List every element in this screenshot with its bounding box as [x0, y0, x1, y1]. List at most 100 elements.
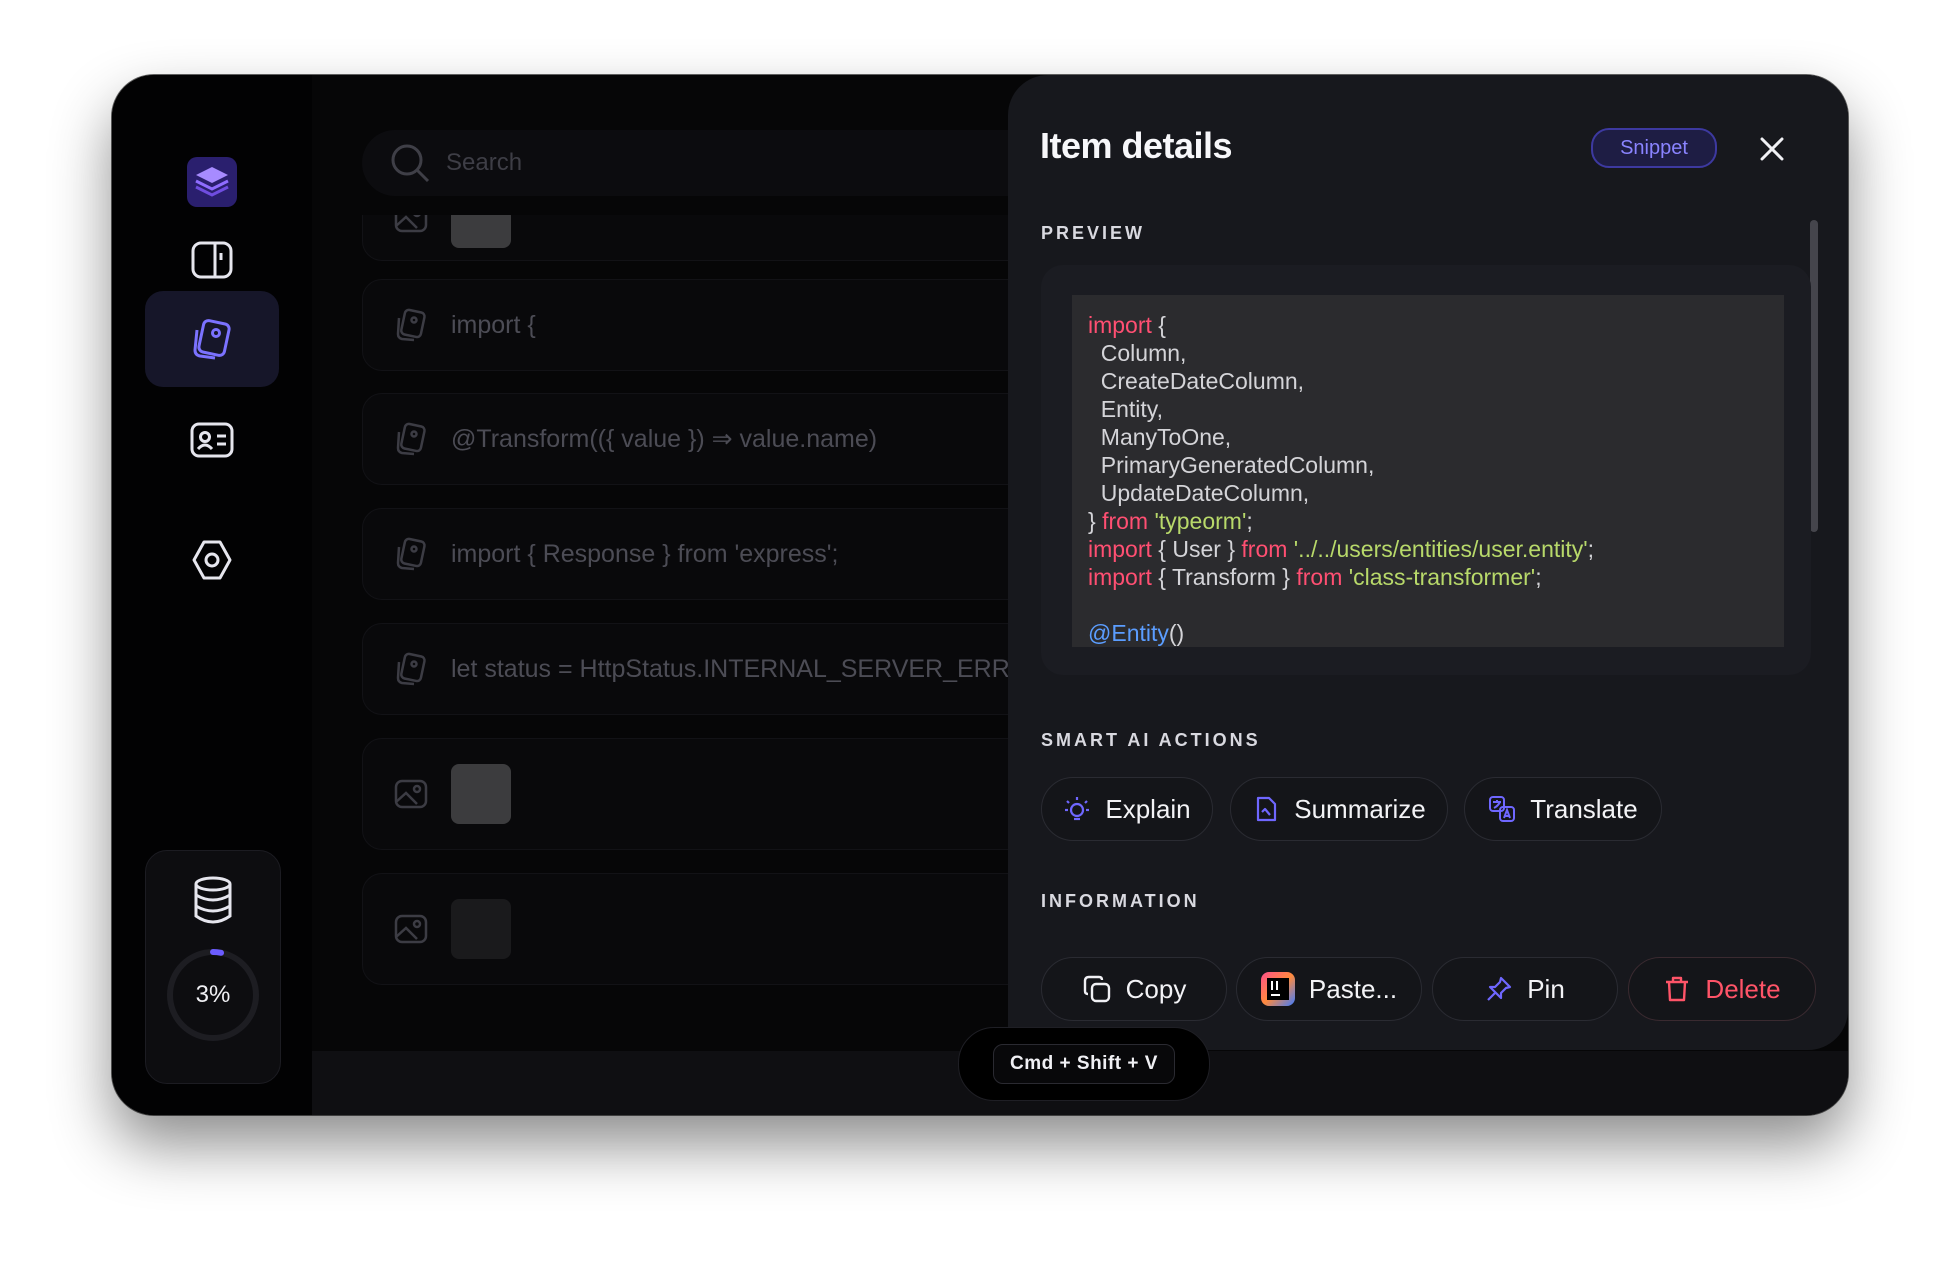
translate-label: Translate [1530, 793, 1638, 824]
app-window: 3% import { @Transform(({ value }) ⇒ val… [112, 75, 1848, 1115]
sidebar-item-settings[interactable] [162, 515, 262, 605]
list-item[interactable]: import { [362, 279, 1064, 371]
storage-widget[interactable]: 3% [145, 850, 281, 1084]
code-line: } from 'typeorm'; [1088, 507, 1594, 535]
code-token: ManyToOne, [1088, 424, 1232, 450]
snippet-icon [396, 308, 426, 342]
sidebar-item-contacts[interactable] [162, 395, 262, 485]
code-token: Column, [1088, 340, 1187, 366]
code-token: from [1296, 564, 1343, 590]
paste-button[interactable]: Paste... [1236, 957, 1422, 1021]
search-input[interactable] [444, 148, 848, 178]
code-token: UpdateDateColumn, [1088, 480, 1310, 506]
code-token: 'typeorm' [1154, 508, 1247, 534]
translate-button[interactable]: Translate [1464, 777, 1662, 841]
clipboard-list: import { @Transform(({ value }) ⇒ value.… [362, 215, 1082, 1075]
code-token: from [1241, 536, 1288, 562]
search-bar[interactable] [362, 130, 1062, 196]
code-token: CreateDateColumn, [1088, 368, 1305, 394]
code-token: @Entity [1088, 620, 1169, 646]
code-token: ; [1587, 536, 1595, 562]
storage-percent: 3% [195, 981, 231, 1008]
list-item[interactable] [362, 738, 1064, 850]
copy-button[interactable]: Copy [1041, 957, 1227, 1021]
lightbulb-icon [1065, 797, 1090, 821]
list-item[interactable]: @Transform(({ value }) ⇒ value.name) [362, 393, 1064, 485]
list-item-text: let status = HttpStatus.INTERNAL_SERVER_… [451, 654, 1030, 683]
shortcut-label: Cmd + Shift + V [993, 1044, 1175, 1084]
code-token: import [1088, 536, 1152, 562]
sidebar-panel-icon [191, 241, 233, 279]
ai-actions-heading: SMART AI ACTIONS [1041, 730, 1261, 750]
pin-icon [1487, 976, 1512, 1001]
code-token: Entity, [1088, 396, 1163, 422]
code-token: '../../users/entities/user.entity' [1293, 536, 1588, 562]
settings-hex-icon [192, 540, 232, 580]
sidebar: 3% [112, 75, 313, 1115]
search-icon [391, 144, 430, 183]
information-heading: INFORMATION [1041, 891, 1200, 911]
code-token: { Transform } [1151, 564, 1297, 590]
code-token: PrimaryGeneratedColumn, [1088, 452, 1375, 478]
list-item[interactable]: let status = HttpStatus.INTERNAL_SERVER_… [362, 623, 1064, 715]
paste-label: Paste... [1308, 973, 1398, 1004]
list-item[interactable] [362, 215, 1064, 261]
code-preview[interactable]: import { Column, CreateDateColumn, Entit… [1072, 295, 1784, 647]
code-token: ; [1535, 564, 1542, 590]
trash-icon [1666, 976, 1689, 1002]
snippet-icon [396, 652, 426, 686]
image-thumbnail [451, 764, 511, 824]
sidebar-item-clipboard[interactable] [145, 291, 279, 387]
summarize-button[interactable]: Summarize [1230, 777, 1448, 841]
copy-icon [1083, 975, 1110, 1003]
code-line: UpdateDateColumn, [1088, 479, 1594, 507]
image-icon [394, 914, 428, 944]
preview-heading: PREVIEW [1041, 223, 1146, 243]
explain-button[interactable]: Explain [1041, 777, 1213, 841]
code-line: import { [1088, 311, 1594, 339]
type-badge: Snippet [1591, 128, 1717, 168]
delete-label: Delete [1705, 973, 1781, 1004]
code-line: @Entity() [1088, 619, 1594, 647]
close-button[interactable] [1752, 129, 1792, 169]
snippet-icon [396, 537, 426, 571]
list-item-text: import { Response } from 'express'; [451, 539, 839, 568]
code-token: from [1102, 508, 1149, 534]
delete-button[interactable]: Delete [1628, 957, 1816, 1021]
code-line: import { Transform } from 'class-transfo… [1088, 563, 1594, 591]
image-thumbnail [451, 899, 511, 959]
copy-label: Copy [1125, 973, 1187, 1004]
list-item[interactable] [362, 873, 1064, 985]
close-icon [1760, 137, 1784, 161]
snippet-icon [396, 422, 426, 456]
panel-title: Item details [1040, 125, 1233, 166]
panel-scrollbar[interactable] [1810, 220, 1818, 532]
pin-label: Pin [1527, 973, 1565, 1004]
explain-label: Explain [1105, 793, 1191, 824]
pin-button[interactable]: Pin [1432, 957, 1618, 1021]
code-line: Column, [1088, 339, 1594, 367]
code-token: 'class-transformer' [1348, 564, 1536, 590]
intellij-app-icon [1260, 972, 1295, 1006]
list-item-text: @Transform(({ value }) ⇒ value.name) [451, 425, 878, 453]
code-token: () [1168, 620, 1185, 646]
translate-icon [1489, 796, 1516, 822]
clipboard-cards-icon [193, 319, 231, 360]
code-line: CreateDateColumn, [1088, 367, 1594, 395]
code-token: } [1088, 508, 1103, 534]
code-token: { User } [1151, 536, 1242, 562]
list-item-text: import { [451, 310, 536, 339]
code-line: ManyToOne, [1088, 423, 1594, 451]
contact-card-icon [190, 422, 234, 458]
summarize-doc-icon [1257, 796, 1277, 822]
code-token: import [1088, 564, 1152, 590]
list-item[interactable]: import { Response } from 'express'; [362, 508, 1064, 600]
code-token: import [1088, 312, 1152, 338]
item-details-panel: Item details Snippet PREVIEW import { Co… [1008, 75, 1848, 1050]
code-token: ; [1246, 508, 1253, 534]
code-line: Entity, [1088, 395, 1594, 423]
code-line: import { User } from '../../users/entiti… [1088, 535, 1594, 563]
shortcut-hint: Cmd + Shift + V [958, 1027, 1210, 1101]
code-lines: import { Column, CreateDateColumn, Entit… [1088, 311, 1594, 647]
